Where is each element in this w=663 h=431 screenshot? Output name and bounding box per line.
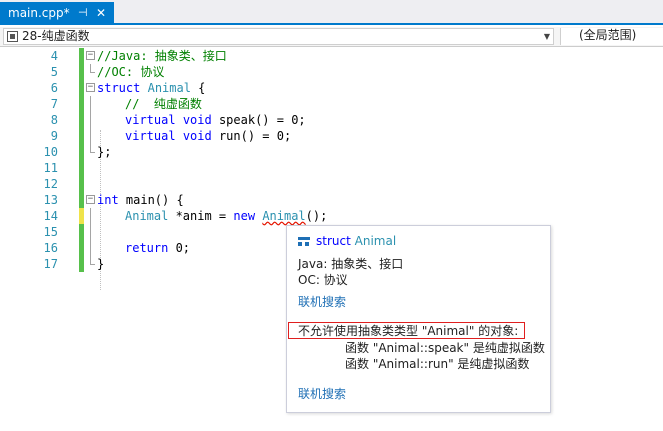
line-number: 4 — [50, 49, 58, 63]
tooltip-type-name: Animal — [354, 234, 397, 248]
collapse-icon[interactable]: − — [86, 195, 95, 204]
change-marker — [79, 256, 84, 272]
code-line[interactable]: 12 — [0, 176, 663, 192]
code-line[interactable]: 13 − int main() { — [0, 192, 663, 208]
keyword: virtual — [125, 129, 176, 143]
chevron-down-icon[interactable]: ▼ — [544, 29, 550, 44]
type-name: Animal — [125, 209, 169, 223]
fold-end-line — [90, 256, 95, 265]
change-marker — [79, 144, 84, 160]
error-squiggle[interactable]: Animal — [262, 209, 305, 223]
tooltip-kind: struct — [316, 234, 351, 248]
code-text: { — [190, 81, 206, 95]
tooltip-header: struct Animal — [298, 234, 396, 248]
fold-line — [90, 96, 91, 112]
line-number: 11 — [43, 161, 58, 175]
line-number: 10 — [43, 145, 58, 159]
tab-title: main.cpp* — [8, 6, 70, 20]
error-detail: 函数 "Animal::speak" 是纯虚拟函数 — [345, 341, 545, 355]
struct-icon — [298, 236, 310, 246]
keyword: new — [233, 209, 256, 223]
code-text: } — [97, 257, 105, 271]
global-scope-dropdown[interactable]: (全局范围) — [560, 28, 663, 45]
close-icon[interactable]: ✕ — [96, 2, 106, 24]
change-marker — [79, 64, 84, 80]
global-scope-label: (全局范围) — [579, 28, 637, 42]
document-tab-bar: main.cpp* ⊣ ✕ — [0, 0, 663, 25]
change-marker — [79, 48, 84, 64]
line-number: 17 — [43, 257, 58, 271]
fold-end-line — [90, 144, 95, 153]
change-marker — [79, 80, 84, 96]
collapse-icon[interactable]: − — [86, 83, 95, 92]
code-line[interactable]: 5 //OC: 协议 — [0, 64, 663, 80]
code-line[interactable]: 10 }; — [0, 144, 663, 160]
online-search-link[interactable]: 联机搜索 — [298, 386, 346, 402]
type-name: Animal — [147, 81, 191, 95]
tab-main-cpp[interactable]: main.cpp* ⊣ ✕ — [0, 2, 114, 25]
code-text: (); — [305, 209, 328, 223]
online-search-link[interactable]: 联机搜索 — [298, 294, 346, 310]
project-icon — [7, 31, 18, 42]
comment: //Java: 抽象类、接口 — [97, 49, 227, 63]
code-text: *anim = — [168, 209, 234, 223]
change-marker — [79, 240, 84, 256]
change-marker — [79, 176, 84, 192]
tooltip-description: OC: 协议 — [298, 273, 348, 287]
code-line[interactable]: 7 // 纯虚函数 — [0, 96, 663, 112]
line-number: 5 — [50, 65, 58, 79]
code-text: speak() = 0; — [211, 113, 306, 127]
pin-icon[interactable]: ⊣ — [78, 2, 88, 24]
error-message: 不允许使用抽象类类型 "Animal" 的对象: — [298, 324, 519, 338]
keyword: virtual — [125, 113, 176, 127]
project-scope-dropdown[interactable]: 28-纯虚函数 ▼ — [3, 28, 554, 45]
comment: // 纯虚函数 — [125, 97, 202, 111]
code-line[interactable]: 4 − //Java: 抽象类、接口 — [0, 48, 663, 64]
fold-line — [90, 224, 91, 240]
quick-info-tooltip: struct Animal Java: 抽象类、接口 OC: 协议 联机搜索 不… — [286, 225, 551, 413]
keyword: struct — [97, 81, 141, 95]
change-marker — [79, 128, 84, 144]
code-text: }; — [97, 145, 112, 159]
error-detail: 函数 "Animal::run" 是纯虚拟函数 — [345, 357, 530, 371]
line-number: 6 — [50, 81, 58, 95]
line-number: 13 — [43, 193, 58, 207]
collapse-icon[interactable]: − — [86, 51, 95, 60]
change-marker — [79, 224, 84, 240]
code-line[interactable]: 11 — [0, 160, 663, 176]
keyword: void — [182, 129, 212, 143]
fold-line — [90, 128, 91, 144]
line-number: 8 — [50, 113, 58, 127]
line-number: 7 — [50, 97, 58, 111]
keyword: void — [182, 113, 212, 127]
comment: //OC: 协议 — [97, 65, 165, 79]
change-marker — [79, 112, 84, 128]
line-number: 15 — [43, 225, 58, 239]
code-line[interactable]: 9 virtual void run() = 0; — [0, 128, 663, 144]
line-number: 16 — [43, 241, 58, 255]
code-line[interactable]: 14 Animal *anim = new Animal(); — [0, 208, 663, 224]
fold-line — [90, 112, 91, 128]
change-marker — [79, 192, 84, 208]
project-scope-label: 28-纯虚函数 — [22, 29, 90, 43]
navigation-bar: 28-纯虚函数 ▼ (全局范围) — [0, 27, 663, 47]
fold-line — [90, 240, 91, 256]
keyword: return — [125, 241, 169, 255]
unsaved-marker — [79, 208, 84, 224]
line-number: 12 — [43, 177, 58, 191]
code-text: run() = 0; — [211, 129, 292, 143]
code-text: main() { — [118, 193, 184, 207]
code-line[interactable]: 8 virtual void speak() = 0; — [0, 112, 663, 128]
keyword: int — [97, 193, 119, 207]
code-line[interactable]: 6 − struct Animal { — [0, 80, 663, 96]
tooltip-description: Java: 抽象类、接口 — [298, 257, 404, 271]
fold-line — [90, 208, 91, 224]
change-marker — [79, 96, 84, 112]
change-marker — [79, 160, 84, 176]
line-number: 9 — [50, 129, 58, 143]
code-text: 0; — [168, 241, 191, 255]
fold-end-line — [90, 64, 95, 73]
line-number: 14 — [43, 209, 58, 223]
